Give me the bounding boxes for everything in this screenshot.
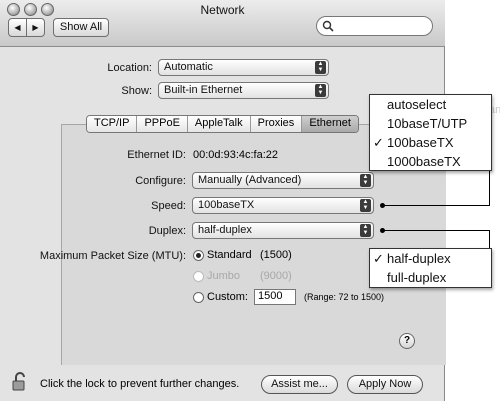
tab-bar: TCP/IP PPPoE AppleTalk Proxies Ethernet [86, 115, 359, 133]
forward-icon: ▶ [32, 23, 39, 32]
ethernet-id-label: Ethernet ID: [127, 149, 186, 161]
title-bar: Network ◀ ▶ Show All [0, 0, 445, 47]
speed-value: 100baseTX [198, 199, 255, 211]
speed-option-100basetx[interactable]: ✓ 100baseTX [370, 133, 491, 152]
duplex-callout-line [489, 230, 490, 249]
search-field[interactable] [316, 16, 433, 36]
ethernet-id-value: 00:0d:93:4c:fa:22 [193, 149, 279, 161]
show-value: Built-in Ethernet [164, 84, 243, 96]
mtu-standard-value: (1500) [260, 249, 292, 261]
window-title: Network [200, 3, 245, 17]
mtu-jumbo-label: Jumbo [207, 270, 241, 282]
forward-button[interactable]: ▶ [26, 18, 45, 37]
speed-option-10baset[interactable]: 10baseT/UTP [370, 114, 491, 133]
lock-icon[interactable] [12, 372, 28, 392]
lock-text: Click the lock to prevent further change… [40, 378, 240, 390]
show-all-button[interactable]: Show All [53, 18, 109, 37]
assist-me-button[interactable]: Assist me... [261, 375, 338, 394]
duplex-option-label: full-duplex [387, 270, 447, 285]
duplex-menu: ✓ half-duplex full-duplex [369, 248, 492, 288]
popup-arrows-icon: ▲ ▼ [315, 84, 326, 97]
mtu-custom-field[interactable]: 1500 [254, 289, 296, 305]
duplex-value: half-duplex [198, 224, 252, 236]
popup-arrows-icon: ▲ ▼ [360, 224, 371, 237]
duplex-popup[interactable]: half-duplex ▲ ▼ [192, 222, 374, 239]
duplex-option-half[interactable]: ✓ half-duplex [370, 249, 491, 268]
tab-appletalk[interactable]: AppleTalk [187, 116, 251, 132]
speed-option-label: autoselect [387, 97, 447, 112]
mtu-range-text: (Range: 72 to 1500) [304, 292, 385, 302]
mtu-jumbo-value: (9000) [260, 270, 292, 282]
network-window: Network ◀ ▶ Show All Location: Automatic… [0, 0, 446, 401]
speed-popup[interactable]: 100baseTX ▲ ▼ [192, 197, 374, 214]
duplex-label: Duplex: [148, 225, 186, 237]
speed-callout-line [489, 170, 490, 206]
duplex-option-label: half-duplex [387, 251, 451, 266]
checkmark-icon: ✓ [373, 135, 384, 150]
tab-pppoe[interactable]: PPPoE [137, 116, 188, 132]
checkmark-icon: ✓ [373, 251, 384, 266]
mtu-standard-label: Standard [207, 249, 252, 261]
configure-value: Manually (Advanced) [198, 174, 302, 186]
show-popup[interactable]: Built-in Ethernet ▲ ▼ [158, 82, 329, 99]
configure-popup[interactable]: Manually (Advanced) ▲ ▼ [192, 172, 374, 189]
mtu-custom-radio[interactable] [193, 292, 204, 303]
location-popup[interactable]: Automatic ▲ ▼ [158, 59, 329, 76]
back-button[interactable]: ◀ [8, 18, 27, 37]
show-label: Show: [121, 85, 152, 97]
speed-menu: autoselect 10baseT/UTP ✓ 100baseTX 1000ba… [369, 94, 492, 171]
tab-proxies[interactable]: Proxies [250, 116, 303, 132]
mtu-standard-radio[interactable] [193, 250, 204, 261]
search-icon [322, 20, 334, 32]
popup-arrows-icon: ▲ ▼ [315, 61, 326, 74]
speed-option-label: 1000baseTX [387, 154, 461, 169]
help-button[interactable]: ? [399, 333, 415, 349]
duplex-option-full[interactable]: full-duplex [370, 268, 491, 287]
tab-tcpip[interactable]: TCP/IP [87, 116, 138, 132]
speed-option-label: 10baseT/UTP [387, 116, 468, 131]
mtu-label: Maximum Packet Size (MTU): [39, 250, 186, 262]
speed-option-autoselect[interactable]: autoselect [370, 95, 491, 114]
speed-callout-line [382, 205, 490, 206]
duplex-callout-line [382, 230, 490, 231]
location-label: Location: [107, 62, 152, 74]
speed-option-1000basetx[interactable]: 1000baseTX [370, 152, 491, 171]
configure-label: Configure: [135, 175, 186, 187]
back-icon: ◀ [14, 23, 21, 32]
tab-ethernet[interactable]: Ethernet [302, 116, 358, 132]
apply-now-button[interactable]: Apply Now [347, 375, 423, 394]
speed-label: Speed: [151, 200, 186, 212]
location-value: Automatic [164, 61, 213, 73]
speed-option-label: 100baseTX [387, 135, 454, 150]
popup-arrows-icon: ▲ ▼ [360, 174, 371, 187]
mtu-custom-label: Custom: [207, 291, 248, 303]
popup-arrows-icon: ▲ ▼ [360, 199, 371, 212]
mtu-jumbo-radio[interactable] [193, 271, 204, 282]
